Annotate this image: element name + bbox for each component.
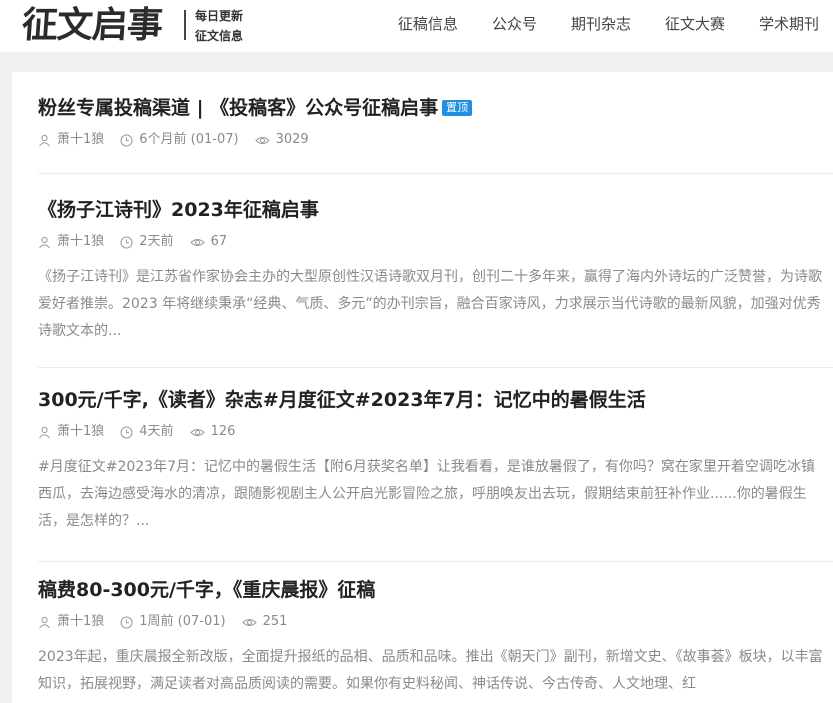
author-name: 萧十1狼 <box>57 614 105 629</box>
slogan-line-1: 每日更新 <box>195 9 244 23</box>
nav-item-contests[interactable]: 征文大赛 <box>631 12 725 36</box>
pinned-badge: 置顶 <box>442 100 473 116</box>
post-excerpt: 《扬子江诗刊》是江苏省作家协会主办的大型原创性汉语诗歌双月刊，创刊二十多年来，赢… <box>38 269 822 339</box>
clock-icon <box>120 616 133 628</box>
post-views: 3029 <box>254 130 309 150</box>
post-author[interactable]: 萧十1狼 <box>38 612 104 632</box>
post-meta: 萧十1狼 4天前 126 <box>38 422 828 442</box>
time-text: 6个月前 (01-07) <box>139 132 239 147</box>
views-count: 67 <box>210 234 228 249</box>
nav-item-submissions[interactable]: 征稿信息 <box>364 12 458 36</box>
user-icon <box>39 236 50 248</box>
views-count: 3029 <box>275 132 309 147</box>
clock-icon <box>120 236 133 248</box>
post-item: 稿费80-300元/千字，《重庆晨报》征稿 萧十1狼 1周前 (07-01) 2… <box>38 562 833 698</box>
author-name: 萧十1狼 <box>57 132 105 147</box>
post-author[interactable]: 萧十1狼 <box>38 422 104 442</box>
views-count: 251 <box>262 614 288 629</box>
post-author[interactable]: 萧十1狼 <box>38 232 104 252</box>
main-nav: 征稿信息 公众号 期刊杂志 征文大赛 学术期刊 <box>364 12 819 36</box>
site-slogan: 每日更新 征文信息 <box>195 6 243 46</box>
nav-item-journals[interactable]: 期刊杂志 <box>537 12 631 36</box>
author-name: 萧十1狼 <box>57 424 105 439</box>
post-meta: 萧十1狼 1周前 (07-01) 251 <box>38 612 828 632</box>
time-text: 1周前 (07-01) <box>139 614 226 629</box>
site-header: 征文启事 每日更新 征文信息 征稿信息 公众号 期刊杂志 征文大赛 学术期刊 <box>0 0 833 52</box>
site-logo[interactable]: 征文启事 <box>20 3 164 47</box>
user-icon <box>39 426 50 438</box>
post-time: 1周前 (07-01) <box>120 612 226 632</box>
slogan-line-2: 征文信息 <box>195 29 244 43</box>
logo-divider <box>184 10 186 40</box>
post-views: 67 <box>189 232 228 252</box>
post-meta: 萧十1狼 2天前 67 <box>38 232 828 252</box>
post-time: 4天前 <box>120 422 174 442</box>
nav-item-wechat[interactable]: 公众号 <box>458 12 537 36</box>
post-title[interactable]: 《扬子江诗刊》2023年征稿启事 <box>38 196 828 224</box>
post-title-link[interactable]: 粉丝专属投稿渠道 | 《投稿客》公众号征稿启事 置顶 <box>38 94 828 122</box>
author-name: 萧十1狼 <box>57 234 105 249</box>
eye-icon <box>189 238 205 246</box>
time-text: 2天前 <box>139 234 174 249</box>
time-text: 4天前 <box>139 424 174 439</box>
post-title[interactable]: 粉丝专属投稿渠道 | 《投稿客》公众号征稿启事 <box>38 97 438 119</box>
post-time: 2天前 <box>120 232 174 252</box>
eye-icon <box>189 428 205 436</box>
post-list: 粉丝专属投稿渠道 | 《投稿客》公众号征稿启事 置顶 萧十1狼 6个月前 (01-… <box>12 72 833 703</box>
clock-icon <box>120 134 133 146</box>
eye-icon <box>241 618 257 626</box>
post-item: 《扬子江诗刊》2023年征稿启事 萧十1狼 2天前 67 《扬子江诗刊》是江苏省… <box>38 174 833 368</box>
post-item: 粉丝专属投稿渠道 | 《投稿客》公众号征稿启事 置顶 萧十1狼 6个月前 (01-… <box>38 72 833 174</box>
views-count: 126 <box>210 424 236 439</box>
post-title[interactable]: 稿费80-300元/千字，《重庆晨报》征稿 <box>38 576 828 604</box>
nav-item-academic[interactable]: 学术期刊 <box>725 12 819 36</box>
user-icon <box>39 134 50 146</box>
post-excerpt: #月度征文#2023年7月：记忆中的暑假生活【附6月获奖名单】让我看看，是谁放暑… <box>38 459 815 529</box>
post-title[interactable]: 300元/千字,《读者》杂志#月度征文#2023年7月：记忆中的暑假生活 <box>38 386 828 414</box>
post-time: 6个月前 (01-07) <box>120 130 239 150</box>
post-views: 251 <box>241 612 288 632</box>
post-excerpt: 2023年起，重庆晨报全新改版，全面提升报纸的品相、品质和品味。推出《朝天门》副… <box>38 649 823 692</box>
post-author[interactable]: 萧十1狼 <box>38 130 104 150</box>
eye-icon <box>254 136 270 144</box>
post-views: 126 <box>189 422 236 442</box>
post-item: 300元/千字,《读者》杂志#月度征文#2023年7月：记忆中的暑假生活 萧十1… <box>38 368 833 562</box>
user-icon <box>39 616 50 628</box>
post-meta: 萧十1狼 6个月前 (01-07) 3029 <box>38 130 828 150</box>
clock-icon <box>120 426 133 438</box>
